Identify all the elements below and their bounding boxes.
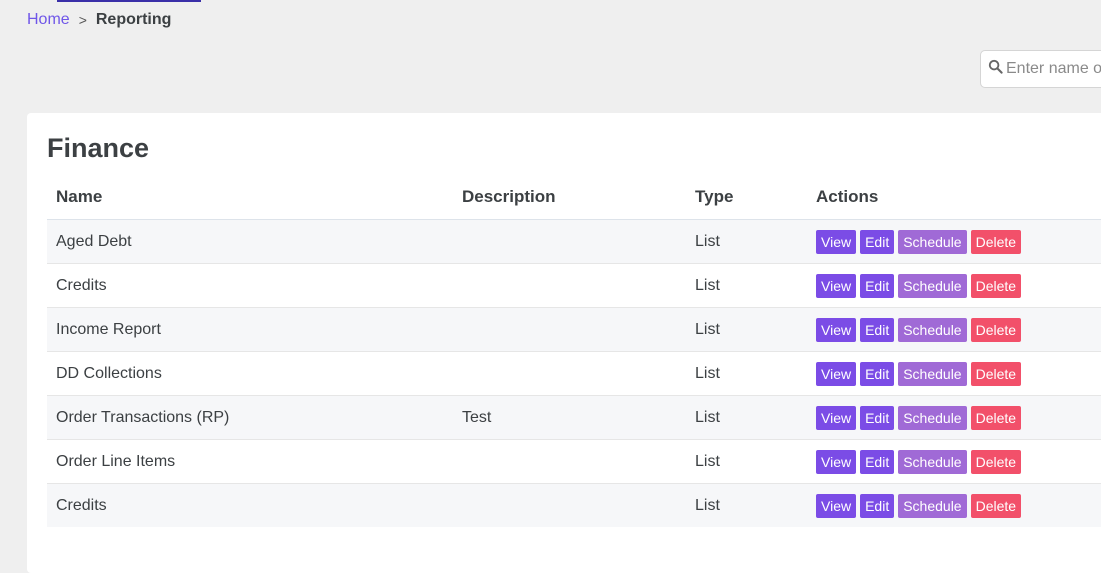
report-actions: View Edit Schedule Delete xyxy=(807,483,1101,527)
edit-button[interactable]: Edit xyxy=(860,273,895,298)
top-accent-bar xyxy=(57,0,201,2)
table-row: Credits List View Edit Schedule Delete xyxy=(47,483,1101,527)
report-actions: View Edit Schedule Delete xyxy=(807,439,1101,484)
edit-button[interactable]: Edit xyxy=(860,317,895,342)
schedule-button[interactable]: Schedule xyxy=(898,229,967,254)
report-description xyxy=(453,483,686,527)
report-type: List xyxy=(686,263,807,308)
schedule-button[interactable]: Schedule xyxy=(898,449,967,474)
search-input[interactable] xyxy=(1006,60,1101,78)
report-name: Order Transactions (RP) xyxy=(47,395,453,440)
table-row: Credits List View Edit Schedule Delete xyxy=(47,263,1101,308)
breadcrumb-separator: > xyxy=(78,12,87,28)
view-button[interactable]: View xyxy=(816,317,857,342)
breadcrumb-home-link[interactable]: Home xyxy=(27,11,70,29)
view-button[interactable]: View xyxy=(816,405,857,430)
breadcrumb: Home > Reporting xyxy=(27,11,171,29)
delete-button[interactable]: Delete xyxy=(970,317,1022,342)
delete-button[interactable]: Delete xyxy=(970,493,1022,518)
table-row: DD Collections List View Edit Schedule Delete xyxy=(47,351,1101,396)
view-button[interactable]: View xyxy=(816,273,857,298)
report-description xyxy=(453,263,686,308)
report-type: List xyxy=(686,351,807,396)
column-header-name: Name xyxy=(47,175,453,220)
edit-button[interactable]: Edit xyxy=(860,361,895,386)
column-header-actions: Actions xyxy=(807,175,1101,220)
report-name: Credits xyxy=(47,483,453,527)
report-description xyxy=(453,439,686,484)
report-description xyxy=(453,219,686,264)
delete-button[interactable]: Delete xyxy=(970,229,1022,254)
report-name: Credits xyxy=(47,263,453,308)
edit-button[interactable]: Edit xyxy=(860,493,895,518)
column-header-description: Description xyxy=(453,175,686,220)
delete-button[interactable]: Delete xyxy=(970,449,1022,474)
edit-button[interactable]: Edit xyxy=(860,405,895,430)
reports-table: Name Description Type Actions Aged Debt L… xyxy=(47,175,1101,527)
report-type: List xyxy=(686,219,807,264)
edit-button[interactable]: Edit xyxy=(860,229,895,254)
delete-button[interactable]: Delete xyxy=(970,361,1022,386)
report-actions: View Edit Schedule Delete xyxy=(807,263,1101,308)
table-row: Aged Debt List View Edit Schedule Delete xyxy=(47,219,1101,264)
report-type: List xyxy=(686,439,807,484)
table-row: Order Line Items List View Edit Schedule Dele… xyxy=(47,439,1101,484)
schedule-button[interactable]: Schedule xyxy=(898,317,967,342)
table-header-row: Name Description Type Actions xyxy=(47,175,1101,220)
view-button[interactable]: View xyxy=(816,449,857,474)
report-description: Test xyxy=(453,395,686,440)
report-name: Aged Debt xyxy=(47,219,453,264)
report-type: List xyxy=(686,483,807,527)
report-actions: View Edit Schedule Delete xyxy=(807,219,1101,264)
schedule-button[interactable]: Schedule xyxy=(898,273,967,298)
edit-button[interactable]: Edit xyxy=(860,449,895,474)
schedule-button[interactable]: Schedule xyxy=(898,361,967,386)
section-title: Finance xyxy=(47,133,150,163)
view-button[interactable]: View xyxy=(816,493,857,518)
view-button[interactable]: View xyxy=(816,229,857,254)
report-name: Order Line Items xyxy=(47,439,453,484)
report-name: Income Report xyxy=(47,307,453,352)
schedule-button[interactable]: Schedule xyxy=(898,493,967,518)
search-icon xyxy=(988,59,1003,79)
report-name: DD Collections xyxy=(47,351,453,396)
report-actions: View Edit Schedule Delete xyxy=(807,307,1101,352)
table-row: Income Report List View Edit Schedule Delete xyxy=(47,307,1101,352)
report-actions: View Edit Schedule Delete xyxy=(807,395,1101,440)
delete-button[interactable]: Delete xyxy=(970,405,1022,430)
report-description xyxy=(453,351,686,396)
column-header-type: Type xyxy=(686,175,807,220)
table-row: Order Transactions (RP) Test List View Edit S… xyxy=(47,395,1101,440)
report-actions: View Edit Schedule Delete xyxy=(807,351,1101,396)
delete-button[interactable]: Delete xyxy=(970,273,1022,298)
report-type: List xyxy=(686,395,807,440)
breadcrumb-current: Reporting xyxy=(95,11,172,28)
finance-card: Finance Name Description Type Actions Ag… xyxy=(27,113,1101,573)
schedule-button[interactable]: Schedule xyxy=(898,405,967,430)
report-type: List xyxy=(686,307,807,352)
view-button[interactable]: View xyxy=(816,361,857,386)
search-box[interactable] xyxy=(980,50,1101,88)
report-description xyxy=(453,307,686,352)
